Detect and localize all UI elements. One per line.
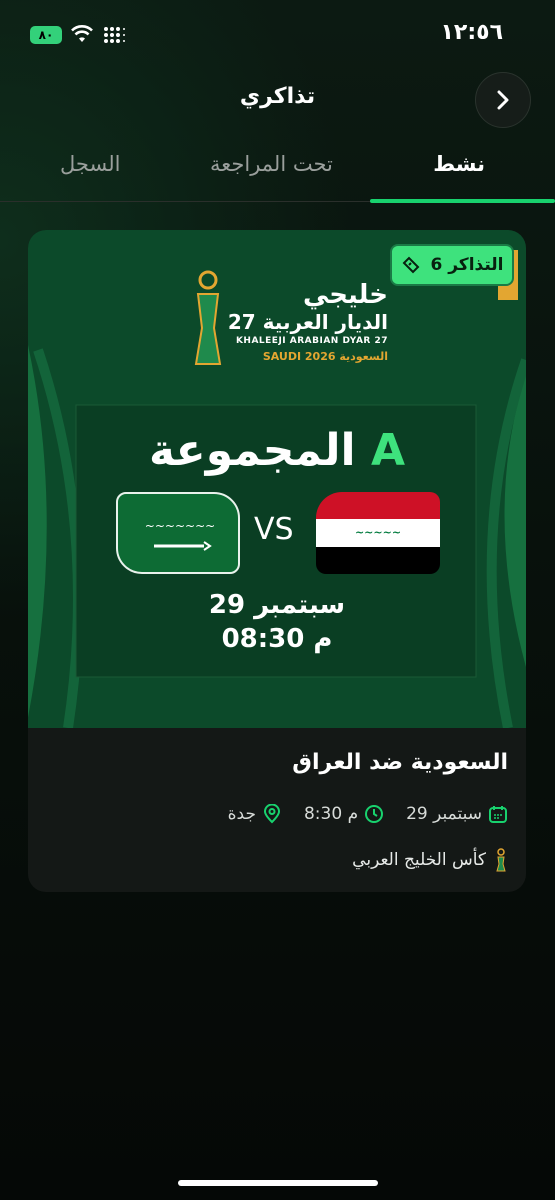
location-pin-icon xyxy=(263,804,280,824)
home-indicator[interactable] xyxy=(178,1180,378,1186)
page-title: تذاكري xyxy=(239,84,316,109)
match-date: 29 سبتمبر xyxy=(406,804,508,824)
group-letter: A xyxy=(370,425,406,476)
banner-date: 29 سبتمبر xyxy=(208,590,346,620)
trophy-icon xyxy=(496,848,506,872)
tickets-count-badge[interactable]: 6 التذاكر xyxy=(390,244,514,286)
iraq-flag-icon: ~~~~~ xyxy=(316,492,440,574)
match-time: 8:30 م xyxy=(304,804,384,824)
tab-history[interactable]: السجل xyxy=(60,152,120,176)
back-button[interactable] xyxy=(475,72,531,128)
match-meta: 29 سبتمبر 8:30 م جدة xyxy=(228,804,508,824)
logo-text-host: SAUDI 2026 السعودية xyxy=(262,350,388,363)
tab-active[interactable]: نشط xyxy=(433,152,485,176)
saudi-flag-icon: ~~~~~~~ xyxy=(116,492,240,574)
ticket-card[interactable]: 6 التذاكر خليجي الديار العربية 27 KHALEE… xyxy=(28,230,526,892)
group-title: المجموعة A xyxy=(28,425,526,476)
tab-under-review[interactable]: تحت المراجعة xyxy=(210,152,333,176)
tournament-row: كأس الخليج العربي xyxy=(352,848,508,872)
svg-text:~~~~~~~: ~~~~~~~ xyxy=(145,519,215,533)
versus-label: VS xyxy=(254,512,294,547)
active-tab-indicator xyxy=(370,199,555,203)
match-city-text: جدة xyxy=(227,804,256,824)
status-bar: ٨٠ ١٢:٥٦ xyxy=(0,0,555,70)
chevron-right-icon xyxy=(497,90,509,110)
banner-time: 08:30 م xyxy=(221,624,333,654)
tournament-name: كأس الخليج العربي xyxy=(352,850,486,870)
match-time-text: 8:30 م xyxy=(303,804,359,824)
signal-icon xyxy=(104,27,125,43)
match-location: جدة xyxy=(228,804,282,824)
wifi-icon xyxy=(71,25,93,42)
match-date-text: 29 سبتمبر xyxy=(406,804,482,824)
ticket-icon xyxy=(403,256,420,274)
group-word: المجموعة xyxy=(148,425,356,476)
match-title: السعودية ضد العراق xyxy=(292,750,508,775)
logo-text-english: KHALEEJI ARABIAN DYAR 27 xyxy=(235,336,388,346)
tickets-count-label: 6 التذاكر xyxy=(430,255,504,275)
tournament-logo: خليجي الديار العربية 27 KHALEEJI ARABIAN… xyxy=(178,270,388,370)
status-time: ١٢:٥٦ xyxy=(440,20,503,45)
clock-icon xyxy=(365,805,384,823)
logo-text-arabic: خليجي xyxy=(302,280,388,310)
battery-indicator: ٨٠ xyxy=(30,26,62,44)
calendar-icon xyxy=(489,806,507,823)
match-banner: 6 التذاكر خليجي الديار العربية 27 KHALEE… xyxy=(28,230,526,728)
tab-bar: نشط تحت المراجعة السجل xyxy=(0,140,555,203)
logo-text-arabic-sub: الديار العربية 27 xyxy=(227,310,388,334)
